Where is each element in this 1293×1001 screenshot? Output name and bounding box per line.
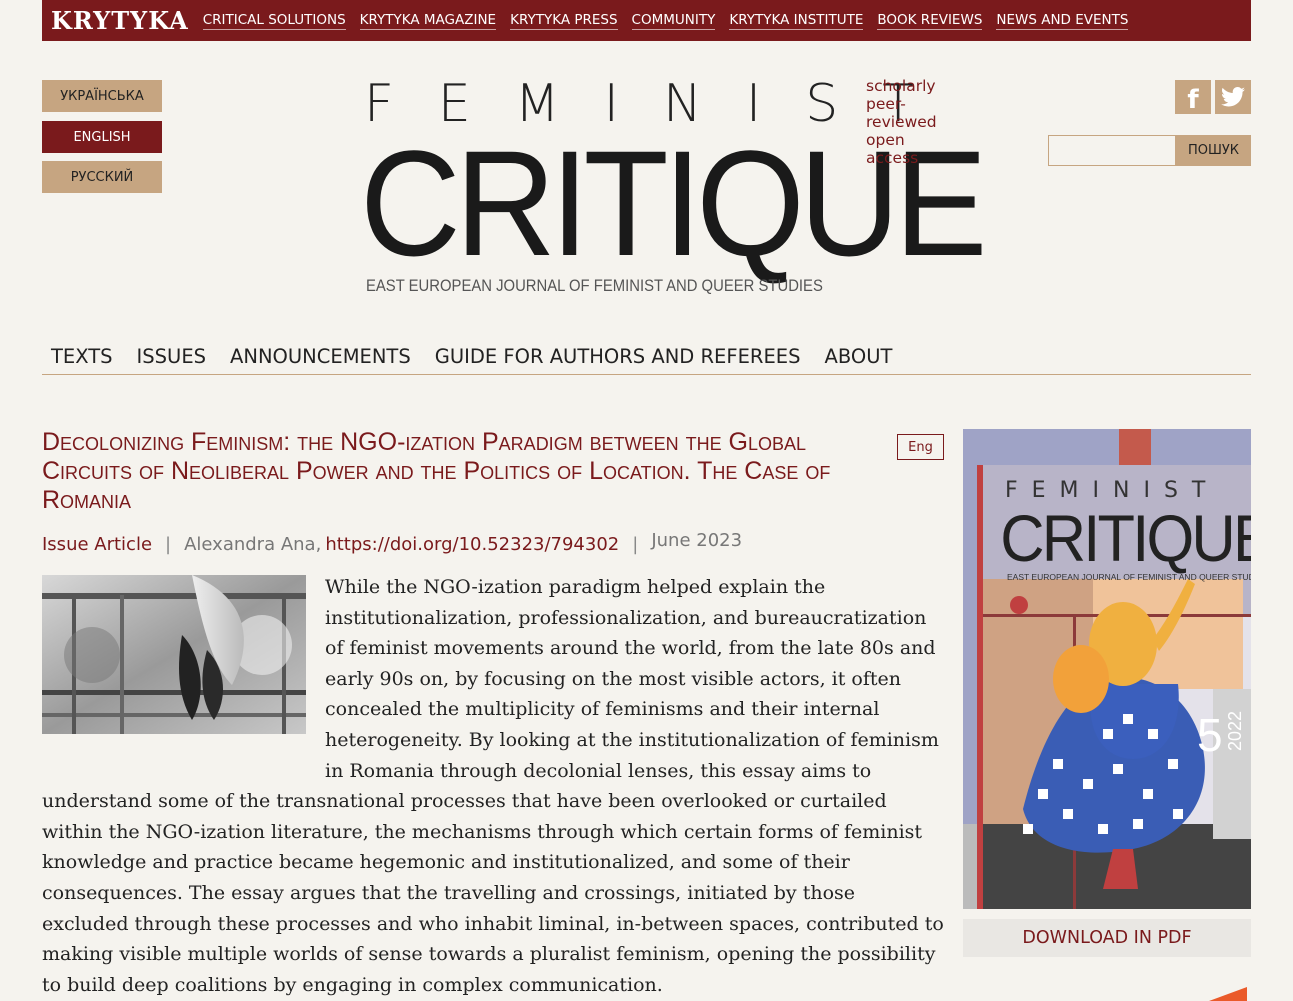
main-nav: TEXTS ISSUES ANNOUNCEMENTS GUIDE FOR AUT… [42, 338, 1251, 375]
nav-announcements[interactable]: ANNOUNCEMENTS [230, 345, 411, 368]
meta-separator: | [165, 533, 172, 555]
cover-year: 2022 [1225, 711, 1245, 751]
doi-link[interactable]: https://doi.org/10.52323/794302 [325, 534, 619, 555]
topnav-krytyka-magazine[interactable]: KRYTYKA MAGAZINE [359, 12, 497, 30]
cover-subtitle: EAST EUROPEAN JOURNAL OF FEMINIST AND QU… [1007, 572, 1251, 582]
decorative-corner [1209, 987, 1247, 1001]
download-pdf-button[interactable]: DOWNLOAD IN PDF [963, 919, 1251, 957]
nav-issues[interactable]: ISSUES [137, 345, 206, 368]
author-name[interactable]: Alexandra Ana, [184, 534, 321, 555]
article-type-link[interactable]: Issue Article [42, 534, 152, 555]
topnav-book-reviews[interactable]: BOOK REVIEWS [877, 12, 983, 30]
twitter-icon [1221, 87, 1245, 107]
lang-russian-button[interactable]: РУССКИЙ [42, 161, 162, 193]
nav-about[interactable]: ABOUT [824, 345, 892, 368]
lang-english-button[interactable]: ENGLISH [42, 121, 162, 153]
topnav-community[interactable]: COMMUNITY [631, 12, 716, 30]
topnav-krytyka-press[interactable]: KRYTYKA PRESS [510, 12, 618, 30]
topnav-krytyka-institute[interactable]: KRYTYKA INSTITUTE [729, 12, 864, 30]
masthead-subtitle: EAST EUROPEAN JOURNAL OF FEMINIST AND QU… [366, 277, 823, 295]
nav-guide-for-authors[interactable]: GUIDE FOR AUTHORS AND REFEREES [435, 345, 801, 368]
article-meta: Issue Article | Alexandra Ana, https://d… [42, 528, 742, 560]
language-badge[interactable]: Eng [897, 434, 944, 460]
publication-date: June 2023 [651, 529, 743, 551]
meta-separator-2: | [632, 533, 639, 555]
nav-texts[interactable]: TEXTS [51, 345, 113, 368]
facebook-icon: f [1187, 85, 1199, 115]
search-input[interactable] [1048, 135, 1176, 166]
article-abstract: While the NGO-ization paradigm helped ex… [42, 572, 944, 1000]
article-title: Decolonizing Feminism: the NGO-ization P… [42, 428, 831, 514]
search-button[interactable]: ПОШУК [1176, 135, 1251, 166]
facebook-button[interactable]: f [1175, 80, 1211, 115]
issue-cover[interactable]: FEMINIST CRITIQUE EAST EUROPEAN JOURNAL … [963, 429, 1251, 909]
krytyka-logo[interactable]: KRYTYKA [51, 6, 189, 35]
twitter-button[interactable] [1215, 80, 1251, 114]
cover-issue-number: 5 [1197, 709, 1223, 761]
topnav-critical-solutions[interactable]: CRITICAL SOLUTIONS [202, 12, 346, 30]
cover-feminist: FEMINIST [1005, 478, 1219, 503]
topnav-news-and-events[interactable]: NEWS AND EVENTS [996, 12, 1129, 30]
cover-critique: CRITIQUE [1000, 501, 1251, 576]
lang-ukrainian-button[interactable]: УКРАЇНСЬКА [42, 80, 162, 112]
tagline: scholarly peer-reviewed open access [866, 77, 937, 167]
top-bar: KRYTYKA CRITICAL SOLUTIONS KRYTYKA MAGAZ… [42, 0, 1251, 41]
